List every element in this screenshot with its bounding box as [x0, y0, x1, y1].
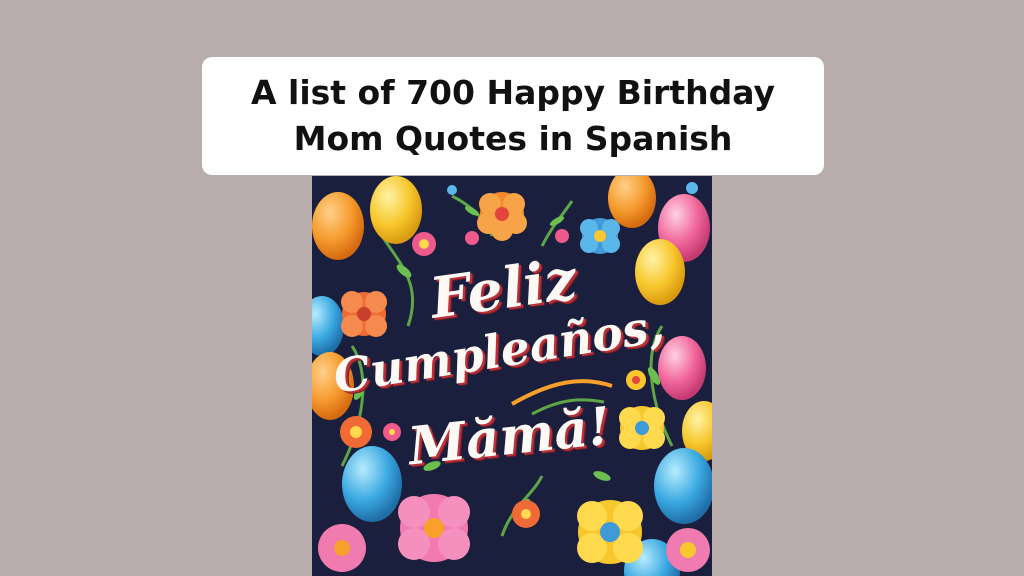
poster-greeting: Feliz Cumpleaños, Mămă!: [312, 176, 712, 576]
greeting-line-3: Mămă!: [405, 395, 614, 478]
birthday-poster-image: Feliz Cumpleaños, Mămă!: [312, 176, 712, 576]
title-line-2: Mom Quotes in Spanish: [293, 119, 733, 158]
title-line-1: A list of 700 Happy Birthday: [251, 73, 775, 112]
title-card: A list of 700 Happy Birthday Mom Quotes …: [202, 57, 824, 175]
